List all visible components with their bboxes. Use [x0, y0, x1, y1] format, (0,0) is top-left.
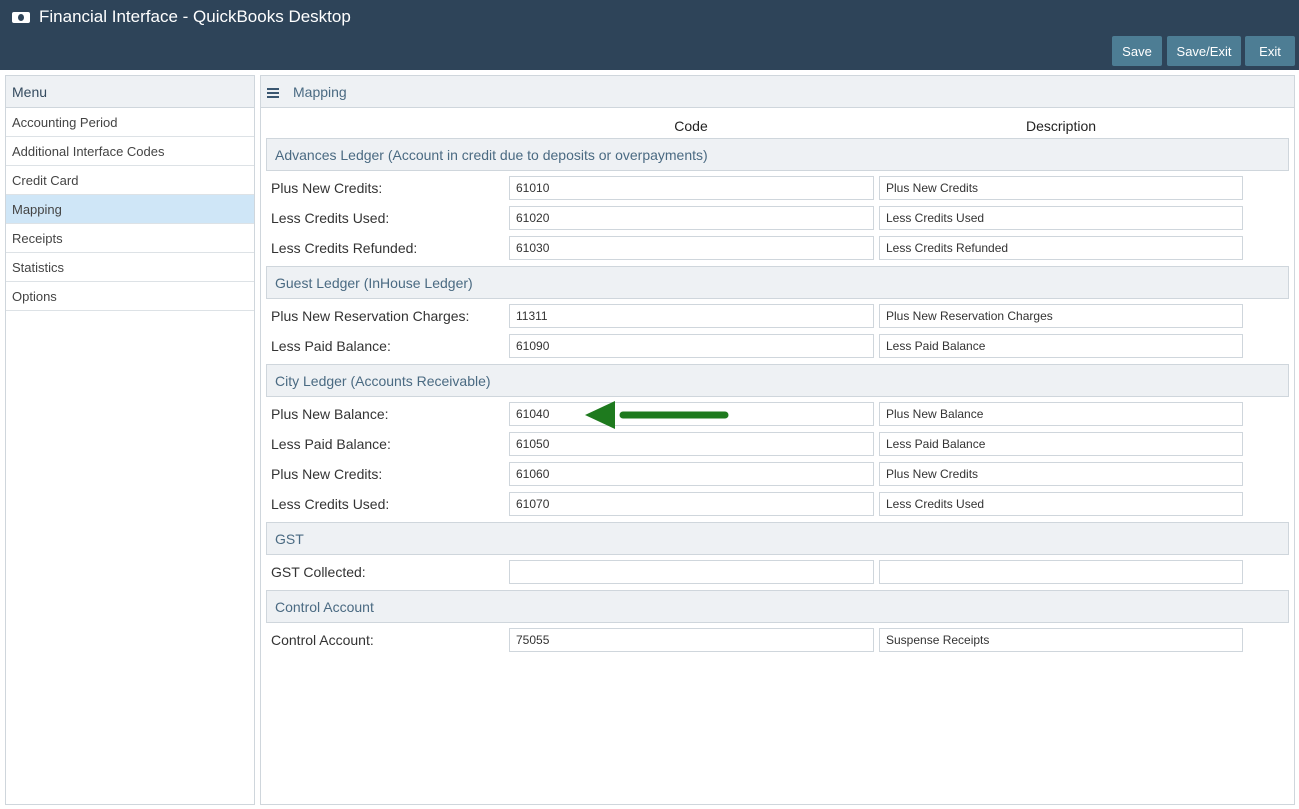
code-column-header: Code — [674, 118, 708, 134]
hamburger-menu-icon[interactable] — [267, 87, 279, 98]
row-label: Plus New Credits: — [271, 466, 383, 482]
save-exit-button[interactable]: Save/Exit — [1167, 36, 1241, 66]
description-column-header: Description — [1025, 118, 1097, 134]
app-title: Financial Interface - QuickBooks Desktop — [39, 7, 351, 26]
section-gst: GST — [266, 522, 1289, 555]
row-label: Less Credits Used: — [271, 210, 390, 226]
section-advances-ledger: Advances Ledger (Account in credit due t… — [266, 138, 1289, 171]
app-header: Financial Interface - QuickBooks Desktop… — [0, 0, 1299, 70]
section-control-account: Control Account — [266, 590, 1289, 623]
sidebar-item-mapping[interactable]: Mapping — [6, 195, 254, 224]
description-input[interactable] — [879, 236, 1243, 260]
description-input[interactable] — [879, 462, 1243, 486]
description-input[interactable] — [879, 560, 1243, 584]
code-input[interactable] — [509, 432, 874, 456]
row-label: Less Paid Balance: — [271, 338, 391, 354]
row-label: Less Credits Refunded: — [271, 240, 418, 256]
code-input[interactable] — [509, 236, 874, 260]
row-label: Plus New Reservation Charges: — [271, 308, 470, 324]
exit-button[interactable]: Exit — [1245, 36, 1295, 66]
description-input[interactable] — [879, 492, 1243, 516]
code-input[interactable] — [509, 176, 874, 200]
section-guest-ledger: Guest Ledger (InHouse Ledger) — [266, 266, 1289, 299]
money-icon — [12, 11, 30, 23]
sidebar-item-credit-card[interactable]: Credit Card — [6, 166, 254, 195]
sidebar-menu: Menu Accounting Period Additional Interf… — [5, 75, 255, 805]
row-label: Less Credits Used: — [271, 496, 390, 512]
code-input[interactable] — [509, 628, 874, 652]
save-button[interactable]: Save — [1112, 36, 1162, 66]
code-input[interactable] — [509, 462, 874, 486]
sidebar-item-statistics[interactable]: Statistics — [6, 253, 254, 282]
panel-header: Mapping — [261, 76, 1294, 108]
mapping-panel: Mapping Code Description Advances Ledger… — [260, 75, 1295, 805]
description-input[interactable] — [879, 206, 1243, 230]
sidebar-item-options[interactable]: Options — [6, 282, 254, 311]
code-input[interactable] — [509, 304, 874, 328]
description-input[interactable] — [879, 304, 1243, 328]
row-label: GST Collected: — [271, 564, 366, 580]
panel-title: Mapping — [293, 83, 347, 100]
code-input[interactable] — [509, 492, 874, 516]
section-city-ledger: City Ledger (Accounts Receivable) — [266, 364, 1289, 397]
app-title-bar: Financial Interface - QuickBooks Desktop — [12, 7, 351, 27]
sidebar-header: Menu — [6, 76, 254, 108]
sidebar-item-accounting-period[interactable]: Accounting Period — [6, 108, 254, 137]
annotation-arrow-icon — [585, 401, 729, 429]
code-input[interactable] — [509, 334, 874, 358]
description-input[interactable] — [879, 176, 1243, 200]
code-input[interactable] — [509, 206, 874, 230]
description-input[interactable] — [879, 628, 1243, 652]
description-input[interactable] — [879, 334, 1243, 358]
description-input[interactable] — [879, 402, 1243, 426]
sidebar-item-additional-interface-codes[interactable]: Additional Interface Codes — [6, 137, 254, 166]
row-label: Less Paid Balance: — [271, 436, 391, 452]
code-input[interactable] — [509, 560, 874, 584]
sidebar-item-receipts[interactable]: Receipts — [6, 224, 254, 253]
row-label: Plus New Balance: — [271, 406, 389, 422]
row-label: Control Account: — [271, 632, 374, 648]
description-input[interactable] — [879, 432, 1243, 456]
row-label: Plus New Credits: — [271, 180, 383, 196]
